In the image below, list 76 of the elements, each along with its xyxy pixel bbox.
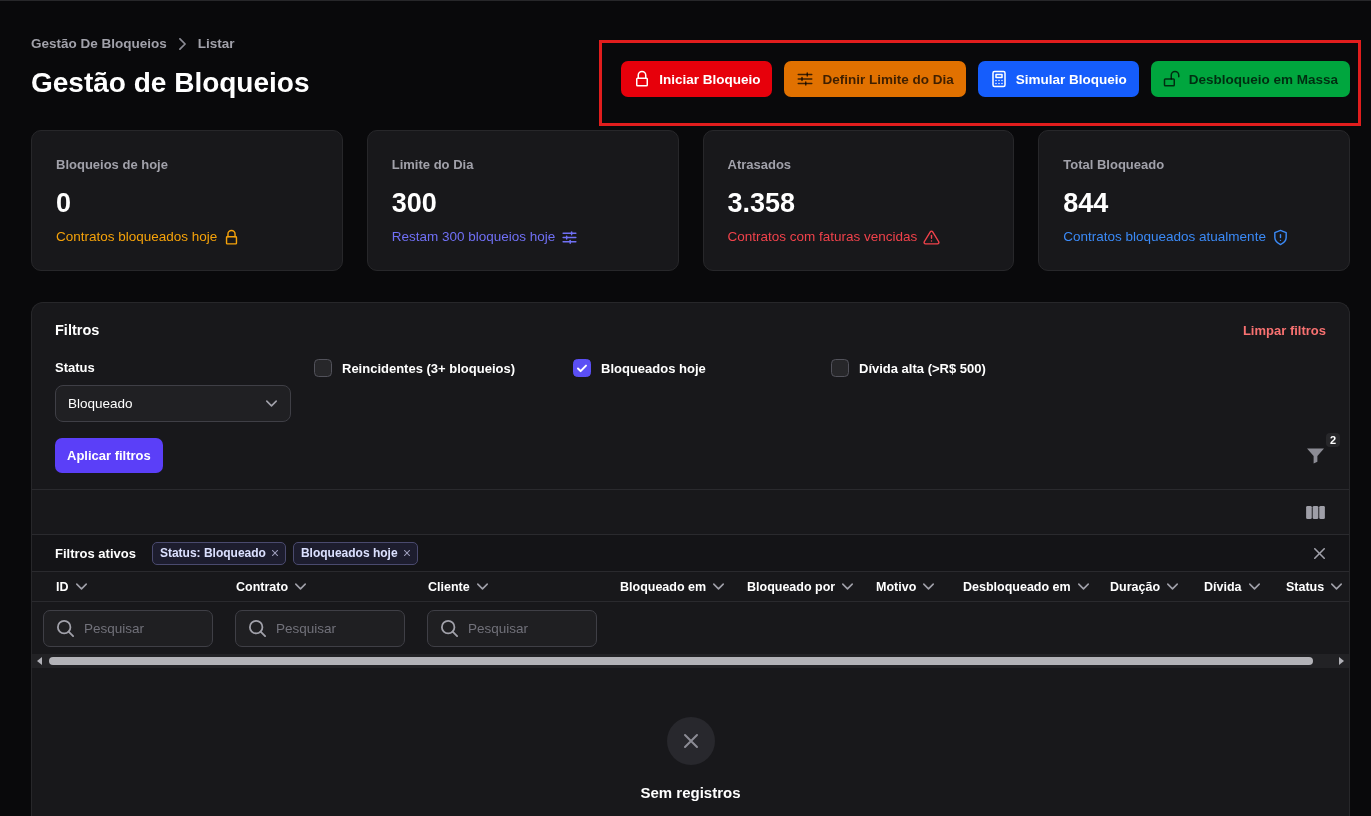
chevron-down-icon (713, 583, 725, 590)
filter-chip[interactable]: Status: Bloqueado (151, 541, 286, 565)
search-icon (249, 619, 266, 637)
chevron-down-icon (842, 583, 854, 590)
column-header[interactable]: Dívida (1192, 572, 1274, 601)
x-circle-icon (666, 717, 715, 765)
column-header[interactable]: Motivo (864, 572, 951, 601)
sliders-icon (561, 228, 579, 246)
stat-label: Total Bloqueado (1063, 157, 1165, 173)
chevron-down-icon (1167, 583, 1179, 590)
column-header[interactable]: ID (32, 572, 224, 601)
empty-message: Sem registros (640, 784, 741, 801)
close-icon[interactable] (1314, 547, 1325, 559)
breadcrumb-link[interactable]: Gestão De Bloqueios (31, 36, 167, 52)
action-button[interactable]: Desbloqueio em Massa (1150, 61, 1350, 97)
horizontal-scrollbar[interactable] (32, 654, 1349, 668)
search-field[interactable]: Pesquisar (235, 609, 405, 647)
checkbox-label[interactable]: Dívida alta (>R$ 500) (859, 360, 986, 376)
checkbox-label[interactable]: Bloqueados hoje (601, 360, 706, 376)
unlocked-padlock-icon (1162, 70, 1181, 88)
sliders-icon (796, 70, 815, 88)
checkbox-label[interactable]: Reincidentes (3+ bloqueios) (342, 360, 515, 376)
chevron-down-icon (1077, 583, 1089, 590)
column-header[interactable]: Bloqueado por (735, 572, 864, 601)
chevron-down-icon (476, 583, 488, 590)
checkbox[interactable] (831, 359, 849, 377)
stat-caption: Contratos bloqueados atualmente (1063, 228, 1266, 246)
filter-icon[interactable] (1307, 448, 1324, 464)
stat-caption: Contratos com faturas vencidas (727, 228, 918, 246)
chevron-down-icon (266, 400, 277, 407)
checkbox[interactable] (314, 359, 332, 377)
stat-caption: Restam 300 bloqueios hoje (391, 228, 556, 246)
chevron-down-icon (295, 583, 307, 590)
stat-label: Atrasados (727, 157, 792, 173)
remove-icon[interactable] (271, 550, 278, 556)
checkbox[interactable] (573, 359, 591, 377)
clear-filters-link[interactable]: Limpar filtros (1242, 322, 1326, 338)
remove-icon[interactable] (403, 550, 410, 556)
breadcrumb-current: Listar (197, 36, 235, 52)
field-label: Status (55, 359, 95, 377)
count-badge: 2 (1326, 433, 1340, 447)
search-field[interactable]: Pesquisar (427, 609, 597, 647)
column-header[interactable]: Status (1274, 572, 1349, 601)
shield-icon (1271, 228, 1289, 246)
stat-value: 844 (1063, 187, 1109, 219)
chevron-down-icon (923, 583, 935, 590)
search-icon (441, 619, 458, 637)
stat-caption: Contratos bloqueados hoje (56, 228, 218, 246)
filter-chip[interactable]: Bloqueados hoje (292, 541, 418, 565)
stat-label: Limite do Dia (391, 157, 474, 173)
column-header[interactable]: Desbloqueado em (951, 572, 1098, 601)
column-header[interactable]: Cliente (416, 572, 608, 601)
warning-icon (923, 228, 941, 246)
stat-value: 3.358 (727, 187, 796, 219)
stat-value: 300 (391, 187, 437, 219)
page-title: Gestão de Bloqueios (31, 66, 310, 100)
stat-label: Bloqueios de hoje (56, 157, 168, 173)
chevron-down-icon (1331, 583, 1343, 590)
search-field[interactable]: Pesquisar (43, 609, 213, 647)
apply-filters-button[interactable]: Aplicar filtros (55, 438, 163, 473)
action-button[interactable]: Definir Limite do Dia (784, 61, 966, 97)
column-header[interactable]: Contrato (224, 572, 416, 601)
action-button[interactable]: Iniciar Bloqueio (621, 61, 773, 97)
status-select[interactable]: Bloqueado (55, 385, 291, 422)
active-filters-label: Filtros ativos (55, 545, 136, 561)
columns-icon[interactable] (1306, 504, 1325, 520)
stat-value: 0 (56, 187, 72, 219)
section-title: Filtros (55, 322, 100, 338)
chevron-down-icon (75, 583, 87, 590)
action-button[interactable]: Simular Bloqueio (977, 61, 1139, 97)
column-header[interactable]: Bloqueado em (608, 572, 735, 601)
search-icon (57, 619, 74, 637)
chevron-down-icon (1248, 583, 1260, 590)
chevron-right-icon (178, 38, 186, 50)
column-header[interactable]: Duração (1098, 572, 1192, 601)
calculator-icon (989, 70, 1008, 88)
